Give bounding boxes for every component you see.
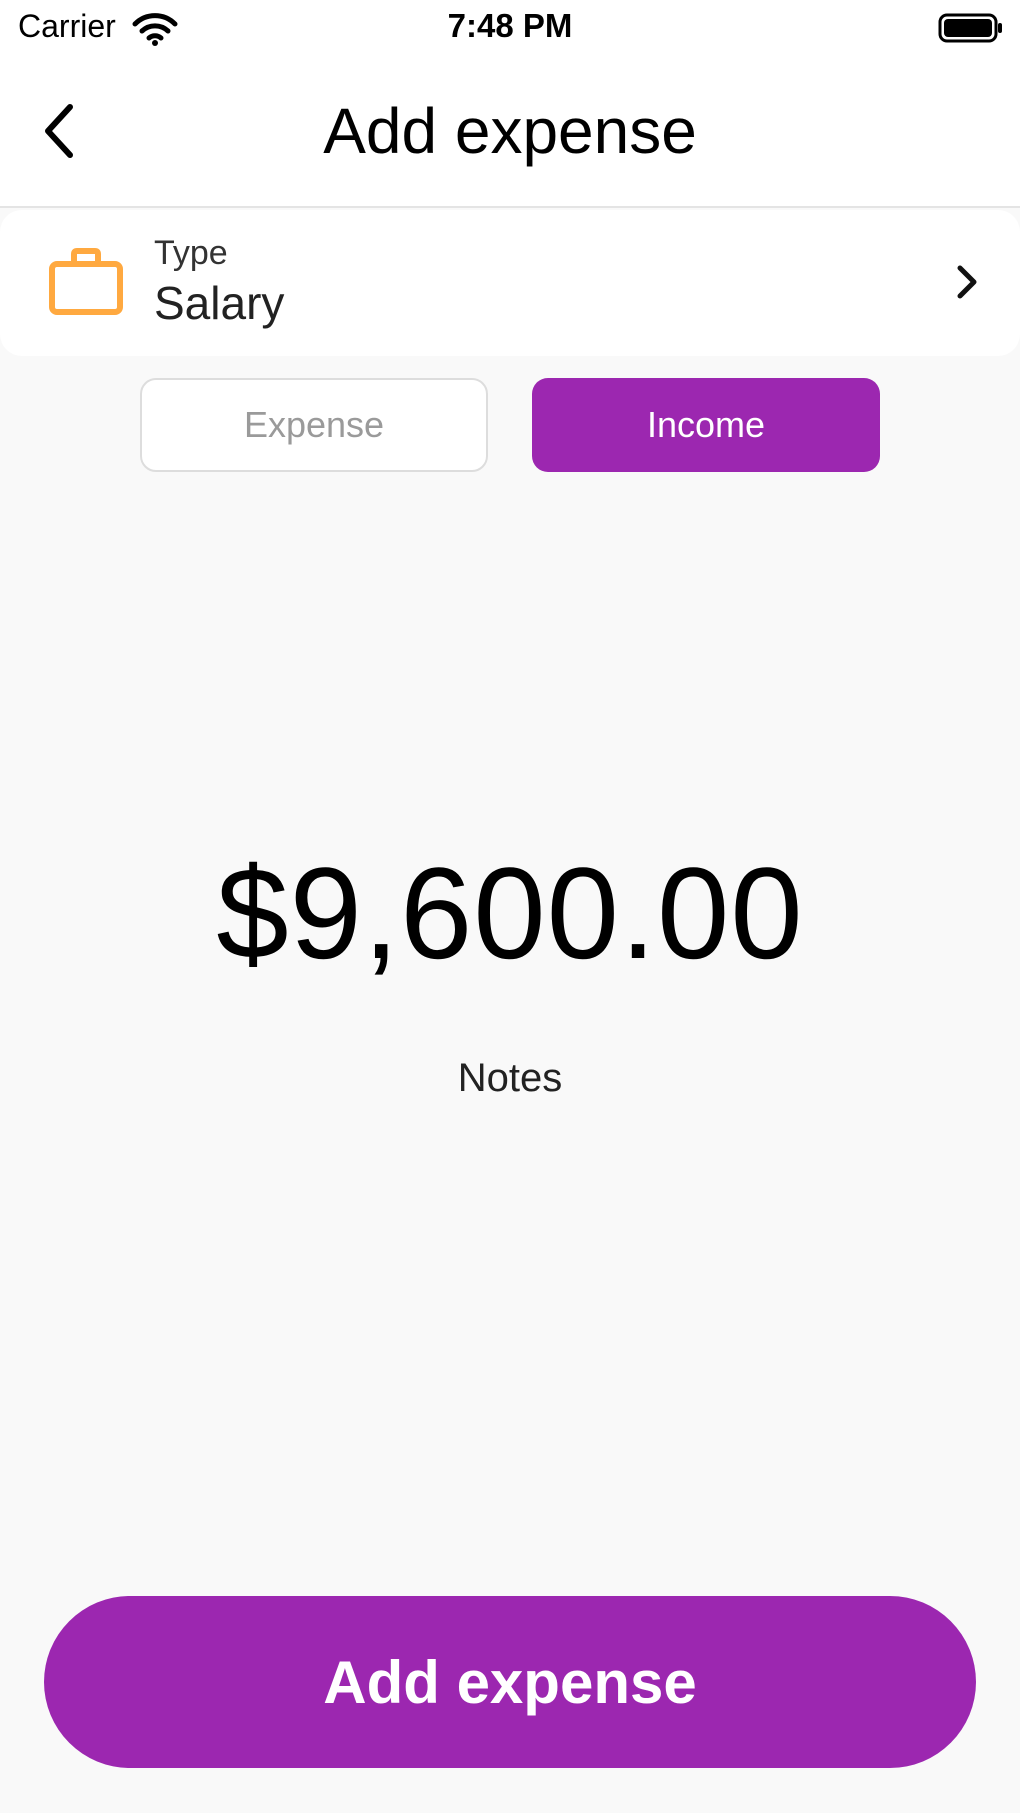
page-title: Add expense: [323, 95, 697, 167]
type-label: Type: [154, 234, 228, 272]
add-expense-button[interactable]: Add expense: [44, 1596, 976, 1768]
expense-toggle-button[interactable]: Expense: [140, 378, 488, 472]
type-selector[interactable]: Type Salary: [0, 210, 1020, 356]
income-toggle-button[interactable]: Income: [532, 378, 880, 472]
status-bar: Carrier 7:48 PM: [0, 0, 1020, 56]
navigation-bar: Add expense: [0, 56, 1020, 208]
briefcase-icon: [48, 246, 124, 318]
battery-icon: [938, 12, 1004, 44]
notes-field[interactable]: Notes: [0, 1056, 1020, 1101]
chevron-right-icon: [950, 262, 984, 302]
amount-display[interactable]: $9,600.00: [0, 838, 1020, 988]
type-value: Salary: [154, 277, 285, 329]
status-time: 7:48 PM: [447, 7, 573, 44]
